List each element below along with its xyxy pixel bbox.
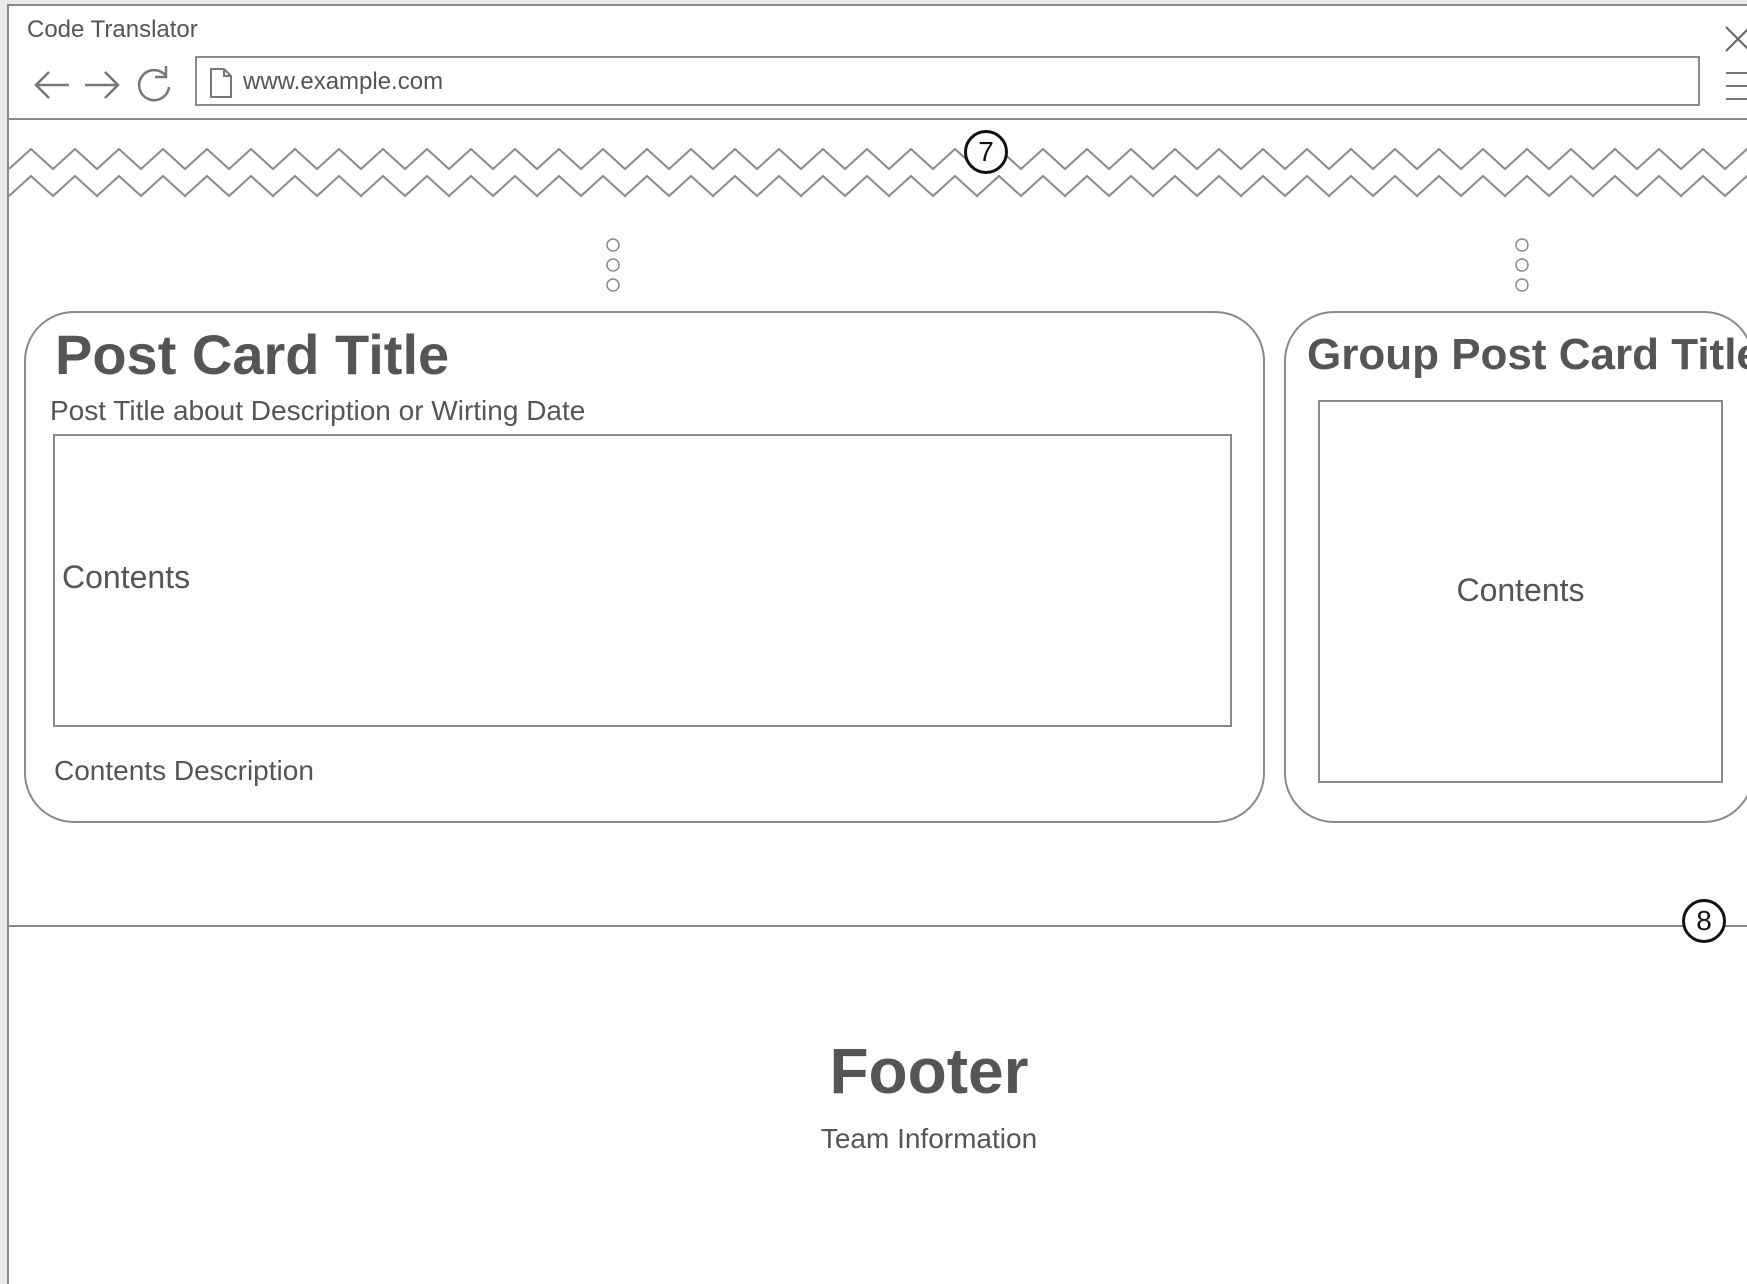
hamburger-menu-icon: [1726, 72, 1747, 100]
menu-button[interactable]: [1714, 68, 1747, 104]
group-post-card-title: Group Post Card Title: [1307, 330, 1747, 379]
post-card-title: Post Card Title: [55, 323, 450, 386]
more-options-icon[interactable]: [601, 232, 625, 298]
footer-subtitle: Team Information: [820, 1123, 1038, 1154]
annotation-marker-7: 7: [964, 130, 1008, 174]
address-bar[interactable]: www.example.com: [195, 56, 1700, 106]
more-options-icon[interactable]: [1510, 232, 1534, 298]
toolbar-divider: [9, 118, 1747, 120]
zigzag-divider: [9, 147, 1747, 198]
post-card-content-label: Contents: [62, 559, 191, 595]
footer-divider: [9, 925, 1747, 927]
forward-arrow-icon: [85, 71, 120, 99]
page-icon: [210, 68, 232, 98]
footer-title: Footer: [829, 1035, 1029, 1107]
close-button[interactable]: [1721, 22, 1747, 56]
back-button[interactable]: [31, 64, 73, 106]
group-post-card-content-label: Contents: [1456, 572, 1585, 608]
forward-button[interactable]: [81, 64, 123, 106]
url-text: www.example.com: [243, 68, 444, 95]
group-post-card-content-box: Contents: [1318, 400, 1723, 783]
group-post-card[interactable]: Group Post Card Title Contents: [1284, 311, 1747, 823]
reload-icon: [137, 66, 171, 102]
post-card-content-box: Contents: [53, 434, 1232, 727]
window-title: Code Translator: [27, 16, 198, 43]
post-card[interactable]: Post Card Title Post Title about Descrip…: [24, 311, 1265, 823]
post-card-description: Contents Description: [54, 755, 314, 786]
reload-button[interactable]: [133, 64, 175, 106]
post-card-subtitle: Post Title about Description or Wirting …: [50, 395, 586, 426]
browser-window: Code Translator www.example.com 7 Post C…: [7, 4, 1747, 1284]
close-icon: [1725, 26, 1747, 52]
back-arrow-icon: [34, 71, 69, 99]
annotation-marker-8: 8: [1682, 899, 1726, 943]
